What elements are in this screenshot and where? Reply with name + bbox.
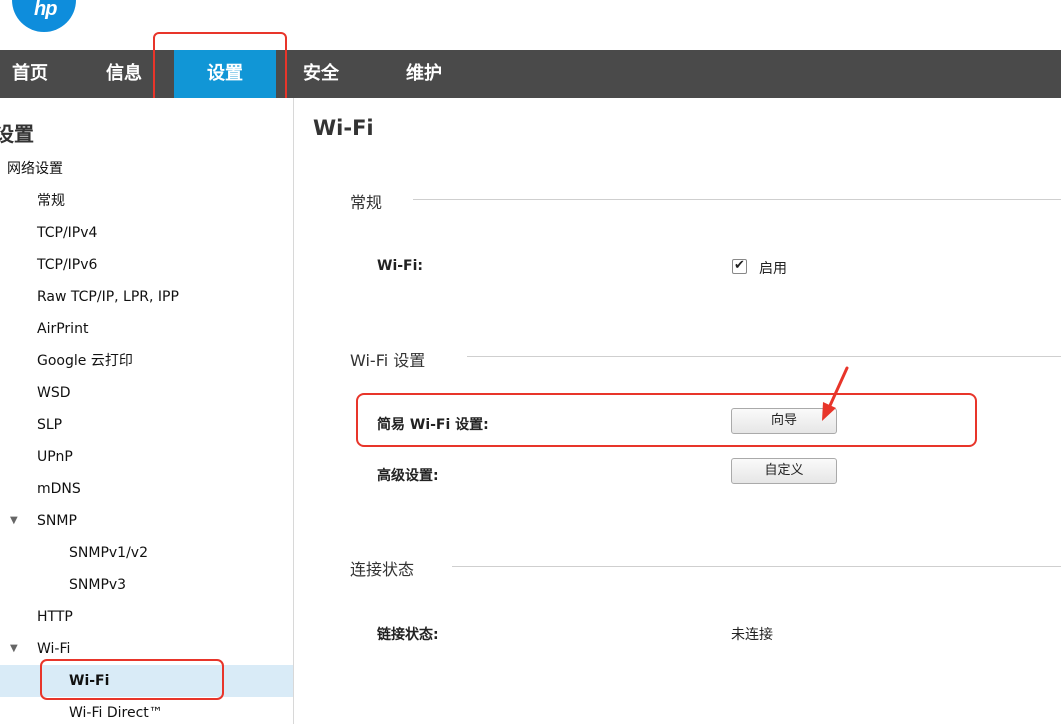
page-title: Wi-Fi	[313, 116, 374, 140]
sidebar-item-snmpv1v2[interactable]: SNMPv1/v2	[69, 540, 148, 566]
sidebar-item-raw-tcpip[interactable]: Raw TCP/IP, LPR, IPP	[37, 284, 179, 310]
sidebar-title: 设置	[0, 118, 34, 147]
sidebar-item-wifi-direct[interactable]: Wi-Fi Direct™	[69, 700, 163, 726]
sidebar-item-wsd[interactable]: WSD	[37, 380, 71, 406]
sidebar-item-general[interactable]: 常规	[37, 188, 65, 214]
annotation-box-easy-wifi	[356, 393, 977, 447]
section-connection-title: 连接状态	[350, 556, 414, 580]
link-status-label: 链接状态:	[377, 624, 439, 644]
sidebar-item-snmpv3[interactable]: SNMPv3	[69, 572, 126, 598]
section-general-title: 常规	[350, 189, 382, 213]
advanced-settings-label: 高级设置:	[377, 465, 439, 485]
checkmark-icon: ✔	[734, 257, 745, 275]
annotation-arrow-icon	[810, 366, 850, 426]
section-divider	[413, 199, 1061, 200]
section-divider	[467, 356, 1061, 357]
annotation-box-wifi	[40, 659, 224, 700]
expand-triangle-icon[interactable]: ▼	[10, 508, 18, 534]
nav-home[interactable]: 首页	[12, 50, 48, 98]
hp-logo: hp	[12, 0, 76, 32]
sidebar-item-slp[interactable]: SLP	[37, 412, 62, 438]
section-wifi-settings-title: Wi-Fi 设置	[350, 347, 425, 371]
sidebar-item-upnp[interactable]: UPnP	[37, 444, 73, 470]
sidebar-group-network[interactable]: 网络设置	[7, 156, 63, 182]
link-status-value: 未连接	[731, 624, 773, 644]
logo-text: hp	[34, 0, 56, 21]
sidebar-item-airprint[interactable]: AirPrint	[37, 316, 88, 342]
sidebar-item-http[interactable]: HTTP	[37, 604, 73, 630]
nav-maintenance[interactable]: 维护	[406, 50, 442, 98]
nav-security[interactable]: 安全	[303, 50, 339, 98]
customize-button[interactable]: 自定义	[731, 458, 837, 484]
sidebar-item-mdns[interactable]: mDNS	[37, 476, 81, 502]
sidebar-item-tcpipv6[interactable]: TCP/IPv6	[37, 252, 97, 278]
sidebar-item-snmp[interactable]: SNMP	[37, 508, 77, 534]
sidebar-item-tcpipv4[interactable]: TCP/IPv4	[37, 220, 97, 246]
nav-info[interactable]: 信息	[106, 50, 142, 98]
wifi-enable-checkbox[interactable]: ✔	[732, 259, 747, 274]
wifi-label: Wi-Fi:	[377, 258, 423, 274]
sidebar-item-google-cloud-print[interactable]: Google 云打印	[37, 348, 133, 374]
expand-triangle-icon[interactable]: ▼	[10, 636, 18, 662]
wifi-enable-label: 启用	[759, 258, 787, 278]
section-divider	[452, 566, 1061, 567]
